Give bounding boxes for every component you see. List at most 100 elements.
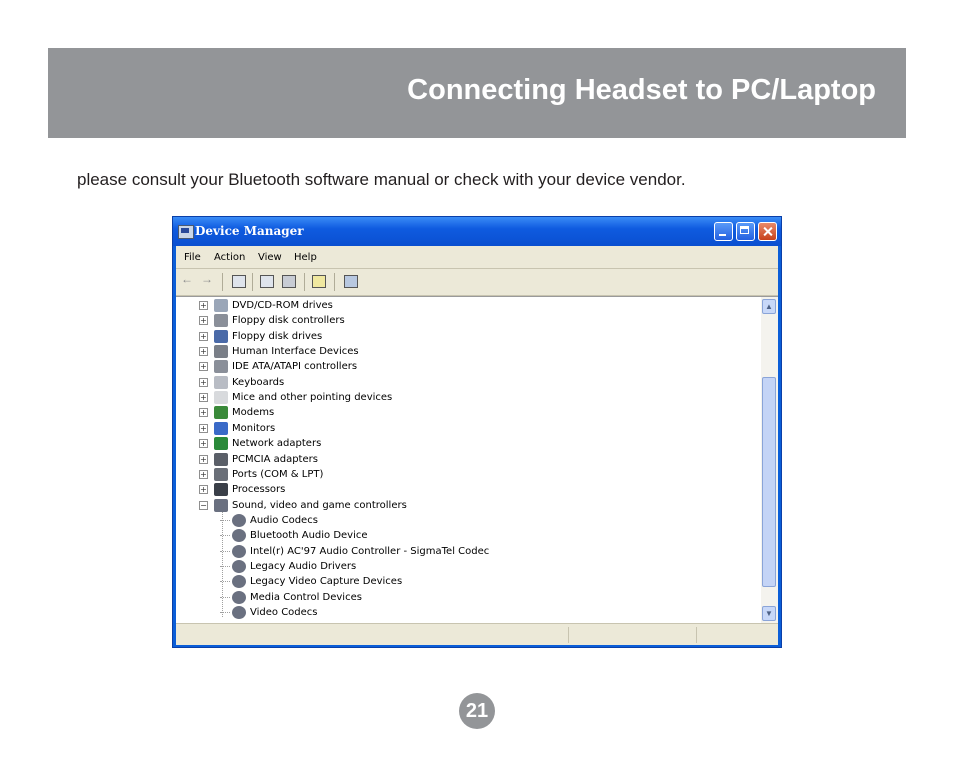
expand-toggle[interactable]: +	[199, 439, 208, 449]
close-button[interactable]	[758, 222, 777, 241]
tree-branch-line	[220, 581, 230, 583]
device-item[interactable]: Legacy Video Capture Devices	[176, 574, 756, 589]
device-category[interactable]: + Human Interface Devices	[176, 344, 756, 359]
page-number: 21	[459, 693, 495, 729]
device-category[interactable]: + IDE ATA/ATAPI controllers	[176, 359, 756, 374]
device-category-label: Human Interface Devices	[232, 346, 359, 358]
device-category[interactable]: + Keyboards	[176, 375, 756, 390]
expand-toggle[interactable]: +	[199, 423, 208, 433]
vertical-scrollbar[interactable]: ▲ ▼	[761, 297, 778, 623]
device-category-label: Keyboards	[232, 376, 285, 388]
scroll-up-button[interactable]: ▲	[762, 299, 776, 314]
device-category[interactable]: + Mice and other pointing devices	[176, 390, 756, 405]
processor-icon	[214, 483, 228, 497]
status-bar	[176, 623, 778, 646]
tree-branch-line	[220, 519, 230, 521]
device-category-label: Modems	[232, 407, 275, 419]
device-tree[interactable]: ▲ ▼ + DVD/CD-ROM drives + Floppy disk contr…	[176, 296, 778, 623]
expand-toggle[interactable]: +	[199, 316, 208, 326]
device-item[interactable]: Audio Codecs	[176, 513, 756, 528]
device-item-label: Audio Codecs	[250, 514, 318, 526]
tree-branch-line	[220, 535, 230, 537]
tree-branch-line	[220, 550, 230, 552]
collapse-toggle[interactable]: −	[199, 500, 208, 510]
properties-icon[interactable]	[260, 275, 274, 288]
device-item[interactable]: Media Control Devices	[176, 590, 756, 605]
expand-toggle[interactable]: +	[199, 408, 208, 418]
scroll-thumb[interactable]	[762, 377, 776, 587]
device-item-label: Legacy Audio Drivers	[250, 560, 357, 572]
title-bar[interactable]: Device Manager	[173, 217, 781, 246]
network-adapter-icon	[214, 437, 228, 451]
scroll-down-button[interactable]: ▼	[762, 606, 776, 621]
device-category[interactable]: + Processors	[176, 482, 756, 497]
toolbar: ← →	[176, 269, 778, 296]
sound-icon	[232, 544, 246, 558]
help-icon[interactable]	[312, 275, 326, 288]
device-category-label: Monitors	[232, 422, 276, 434]
print-icon[interactable]	[282, 275, 296, 288]
device-category-label: Ports (COM & LPT)	[232, 468, 324, 480]
minimize-button[interactable]	[714, 222, 733, 241]
sound-icon	[214, 498, 228, 512]
device-manager-window: Device Manager File Action View Help ← →	[172, 216, 782, 648]
device-category[interactable]: − Sound, video and game controllers	[176, 498, 756, 513]
device-item[interactable]: Intel(r) AC'97 Audio Controller - SigmaT…	[176, 544, 756, 559]
expand-toggle[interactable]: +	[199, 393, 208, 403]
device-category[interactable]: + Floppy disk drives	[176, 329, 756, 344]
keyboard-icon	[214, 375, 228, 389]
window-client: File Action View Help ← → ▲ ▼ + DVD/CD-R…	[176, 246, 778, 645]
sound-icon	[232, 606, 246, 619]
expand-toggle[interactable]: +	[199, 347, 208, 357]
device-item[interactable]: Video Codecs	[176, 605, 756, 620]
sound-icon	[232, 575, 246, 589]
tree-branch-line	[220, 565, 230, 567]
floppy-drive-icon	[214, 329, 228, 343]
device-category-label: DVD/CD-ROM drives	[232, 300, 333, 311]
device-item-label: Video Codecs	[250, 607, 318, 618]
expand-toggle[interactable]: +	[199, 454, 208, 464]
device-category[interactable]: + Ports (COM & LPT)	[176, 467, 756, 482]
dvd-drive-icon	[214, 299, 228, 312]
sound-icon	[232, 529, 246, 543]
device-item-label: Intel(r) AC'97 Audio Controller - SigmaT…	[250, 545, 490, 557]
page-title: Connecting Headset to PC/Laptop	[407, 74, 876, 106]
tree-branch-line	[220, 596, 230, 598]
expand-toggle[interactable]: +	[199, 485, 208, 495]
device-category[interactable]: + PCMCIA adapters	[176, 452, 756, 467]
expand-toggle[interactable]: +	[199, 362, 208, 372]
device-category[interactable]: + Network adapters	[176, 436, 756, 451]
monitor-icon	[214, 421, 228, 435]
device-category[interactable]: + Floppy disk controllers	[176, 313, 756, 328]
expand-toggle[interactable]: +	[199, 377, 208, 387]
expand-toggle[interactable]: +	[199, 469, 208, 479]
toolbar-separator	[334, 273, 335, 291]
back-arrow-icon[interactable]: ←	[181, 272, 197, 286]
device-category-label: Processors	[232, 484, 286, 496]
controller-icon	[214, 314, 228, 328]
device-category[interactable]: + DVD/CD-ROM drives	[176, 298, 756, 313]
menu-help[interactable]: Help	[294, 252, 317, 263]
device-category-label: Floppy disk controllers	[232, 315, 345, 327]
menu-action[interactable]: Action	[214, 252, 245, 263]
device-category-label: Sound, video and game controllers	[232, 499, 407, 511]
device-item-label: Bluetooth Audio Device	[250, 530, 368, 542]
expand-toggle[interactable]: +	[199, 331, 208, 341]
device-item-label: Legacy Video Capture Devices	[250, 576, 403, 588]
device-manager-icon	[178, 225, 194, 239]
menu-view[interactable]: View	[258, 252, 282, 263]
hid-icon	[214, 345, 228, 359]
scan-hardware-icon[interactable]	[344, 275, 358, 288]
modem-icon	[214, 406, 228, 420]
device-item[interactable]: Legacy Audio Drivers	[176, 559, 756, 574]
expand-toggle[interactable]: +	[199, 301, 208, 310]
device-item[interactable]: Bluetooth Audio Device	[176, 528, 756, 543]
port-icon	[214, 467, 228, 481]
maximize-button[interactable]	[736, 222, 755, 241]
device-category[interactable]: + Monitors	[176, 421, 756, 436]
menu-file[interactable]: File	[184, 252, 201, 263]
device-category[interactable]: + Modems	[176, 405, 756, 420]
console-icon[interactable]	[232, 275, 246, 288]
forward-arrow-icon[interactable]: →	[201, 272, 217, 286]
sound-icon	[232, 559, 246, 573]
